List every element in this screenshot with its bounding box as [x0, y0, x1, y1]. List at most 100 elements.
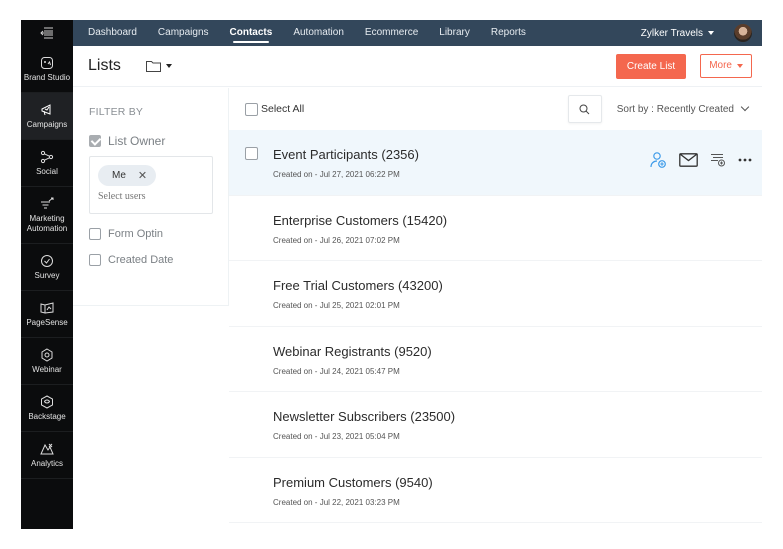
list-row[interactable]: Premium Customers (9540) Created on - Ju… [229, 458, 762, 523]
created-date-label: Created Date [108, 254, 174, 266]
search-icon [579, 104, 590, 114]
list-name[interactable]: Free Trial Customers (43200) [273, 278, 443, 293]
list-row[interactable]: Free Trial Customers (43200) Created on … [229, 261, 762, 327]
row-checkbox[interactable] [245, 147, 258, 160]
nav-ecommerce[interactable]: Ecommerce [365, 20, 418, 46]
rail-item-webinar[interactable]: Webinar [21, 338, 73, 385]
search-button[interactable] [567, 95, 602, 123]
add-contact-button[interactable] [649, 151, 667, 169]
row-actions [637, 151, 752, 169]
more-label: More [709, 60, 732, 71]
more-actions-button[interactable] [738, 158, 752, 162]
list-name[interactable]: Webinar Registrants (9520) [273, 344, 432, 359]
megaphone-icon [41, 103, 51, 115]
org-name: Zylker Travels [640, 27, 703, 39]
collapse-rail-button[interactable] [21, 20, 73, 46]
sort-dropdown[interactable]: Sort by : Recently Created [616, 102, 750, 115]
list-created: Created on - Jul 23, 2021 05:04 PM [273, 432, 400, 441]
caret-down-icon [708, 31, 714, 35]
rail-item-marketing-automation[interactable]: Marketing Automation [21, 187, 73, 244]
webinar-icon [41, 347, 53, 362]
rail-item-backstage[interactable]: Backstage [21, 385, 73, 432]
list-add-icon [711, 154, 725, 167]
nav-reports[interactable]: Reports [491, 20, 526, 46]
page-header: Lists Create List More [73, 46, 762, 87]
rail-item-survey[interactable]: Survey [21, 244, 73, 291]
list-created: Created on - Jul 27, 2021 06:22 PM [273, 170, 400, 179]
list-owner-checkbox[interactable] [89, 135, 101, 147]
rail-label: Backstage [28, 411, 66, 421]
add-to-list-button[interactable] [710, 153, 726, 167]
rail-item-pagesense[interactable]: PageSense [21, 291, 73, 338]
select-users-input[interactable] [98, 191, 208, 202]
rail-label: Marketing Automation [26, 213, 68, 233]
send-email-button[interactable] [679, 153, 698, 167]
list-name[interactable]: Event Participants (2356) [273, 147, 419, 162]
list-toolbar: Select All Sort by : Recently Created [229, 88, 762, 130]
list-name[interactable]: Premium Customers (9540) [273, 475, 433, 490]
list-name[interactable]: Enterprise Customers (15420) [273, 213, 447, 228]
rail-item-brand-studio[interactable]: Brand Studio [21, 46, 73, 93]
user-avatar[interactable] [734, 24, 752, 42]
list-row[interactable]: Webinar Registrants (9520) Created on - … [229, 327, 762, 392]
rail-item-analytics[interactable]: Analytics [21, 432, 73, 479]
list-owner-label: List Owner [108, 134, 166, 148]
org-switcher[interactable]: Zylker Travels [641, 28, 714, 39]
filter-created-date[interactable]: Created Date [89, 254, 228, 266]
list-row[interactable]: Event Participants (2356) Created on - J… [229, 130, 762, 196]
select-all-label[interactable]: Select All [261, 103, 304, 115]
rail-label: PageSense [26, 317, 68, 327]
list-created: Created on - Jul 26, 2021 07:02 PM [273, 235, 400, 245]
pagesense-icon [40, 301, 54, 314]
backstage-icon [41, 394, 53, 409]
funnel-icon [41, 197, 54, 208]
form-optin-checkbox[interactable] [89, 228, 101, 240]
filter-panel: FILTER BY List Owner Me ✕ Form Optin Cre… [73, 88, 229, 306]
list-row[interactable]: Enterprise Customers (15420) Created on … [229, 196, 762, 261]
nav-right: Zylker Travels [641, 24, 762, 42]
analytics-icon [40, 443, 54, 454]
nav-contacts[interactable]: Contacts [230, 20, 272, 46]
created-date-checkbox[interactable] [89, 254, 101, 266]
nav-campaigns[interactable]: Campaigns [158, 20, 209, 46]
list-created: Created on - Jul 24, 2021 05:47 PM [273, 366, 400, 376]
app-window: Brand Studio Campaigns Social Marketing … [21, 20, 762, 529]
list-row[interactable]: Newsletter Subscribers (23500) Created o… [229, 392, 762, 458]
share-icon [40, 150, 54, 163]
folder-dropdown[interactable] [145, 60, 172, 72]
lists-panel: Select All Sort by : Recently Created Ev… [229, 88, 762, 529]
more-button[interactable]: More [700, 54, 752, 78]
nav-automation[interactable]: Automation [293, 20, 344, 46]
rail-label: Analytics [30, 458, 63, 468]
envelope-icon [679, 153, 698, 167]
folder-icon [145, 61, 161, 72]
owner-chip-label: Me [112, 170, 126, 181]
ellipsis-icon [738, 158, 752, 162]
create-list-button[interactable]: Create List [615, 53, 687, 79]
rail-item-campaigns[interactable]: Campaigns [21, 93, 73, 140]
brand-studio-icon [41, 56, 53, 69]
collapse-menu-icon [40, 27, 53, 39]
rail-item-social[interactable]: Social [21, 140, 73, 187]
filter-title: FILTER BY [89, 106, 144, 118]
rail-label: Social [36, 166, 58, 176]
list-name[interactable]: Newsletter Subscribers (23500) [273, 409, 455, 424]
nav-library[interactable]: Library [439, 20, 470, 46]
chevron-down-icon [740, 102, 750, 112]
nav-dashboard[interactable]: Dashboard [88, 20, 137, 46]
rail-label: Campaigns [26, 119, 68, 129]
form-optin-label: Form Optin [108, 228, 164, 240]
rail-label: Webinar [32, 364, 62, 374]
filter-form-optin[interactable]: Form Optin [89, 228, 228, 240]
remove-chip-icon[interactable]: ✕ [138, 169, 147, 182]
page-title: Lists [88, 57, 121, 74]
rail-label: Survey [34, 270, 60, 280]
owner-chip: Me ✕ [98, 165, 157, 186]
sort-label: Sort by : Recently Created [616, 103, 734, 115]
rail-label: Brand Studio [23, 72, 71, 82]
caret-down-icon [165, 64, 172, 68]
select-all-checkbox[interactable] [245, 102, 258, 116]
filter-list-owner[interactable]: List Owner [89, 134, 228, 148]
owner-select-box[interactable]: Me ✕ [89, 156, 213, 214]
check-circle-icon [41, 254, 53, 267]
